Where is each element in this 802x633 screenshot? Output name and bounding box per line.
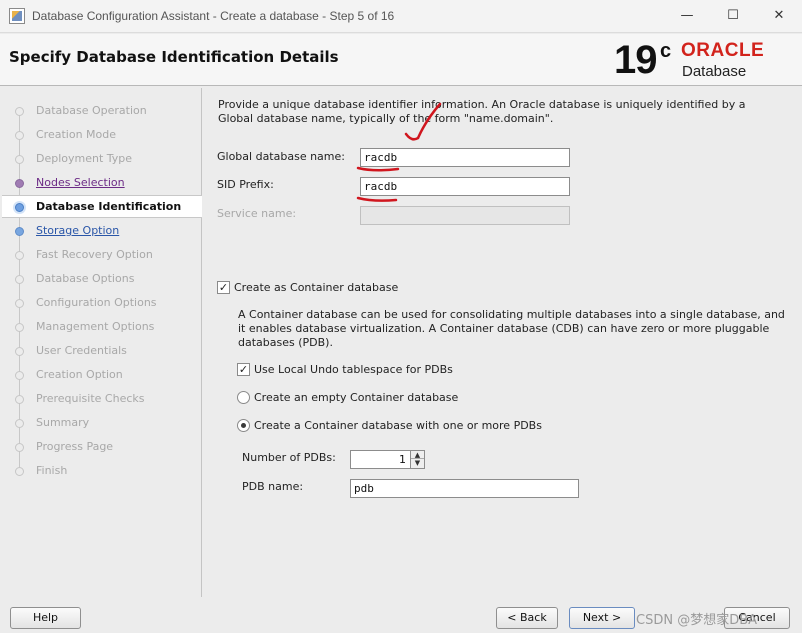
spin-down-icon[interactable]: ▼ <box>411 459 424 467</box>
step-dot-icon <box>15 299 24 308</box>
nav-item-summary: Summary <box>2 412 202 434</box>
oracle-logo: 19 c ORACLE Database <box>614 38 794 82</box>
nav-item-label: Database Options <box>36 272 135 285</box>
cdb-with-pdbs-label[interactable]: Create a Container database with one or … <box>254 419 542 432</box>
local-undo-checkbox[interactable]: ✓ <box>237 363 250 376</box>
create-container-label[interactable]: Create as Container database <box>234 281 398 294</box>
cdb-with-pdbs-radio[interactable] <box>237 419 250 432</box>
num-pdbs-spinner[interactable]: 1 ▲ ▼ <box>350 450 425 469</box>
app-icon <box>9 8 25 24</box>
minimize-button[interactable]: — <box>664 3 710 29</box>
nav-item-configuration-options: Configuration Options <box>2 292 202 314</box>
nav-item-database-identification[interactable]: Database Identification <box>2 195 202 218</box>
step-dot-icon <box>15 131 24 140</box>
back-button[interactable]: < Back <box>496 607 558 629</box>
nav-item-label[interactable]: Storage Option <box>36 224 119 237</box>
page-title: Specify Database Identification Details <box>9 48 339 66</box>
service-name-label: Service name: <box>217 207 297 220</box>
nav-item-database-operation: Database Operation <box>2 100 202 122</box>
step-dot-icon <box>15 203 24 212</box>
step-dot-icon <box>15 275 24 284</box>
logo-version-suffix: c <box>660 40 672 62</box>
red-underline-annotation <box>356 166 400 172</box>
nav-item-label: Progress Page <box>36 440 114 453</box>
nav-item-storage-option[interactable]: Storage Option <box>2 220 202 242</box>
create-container-checkbox[interactable]: ✓ <box>217 281 230 294</box>
step-navigation: Database Operation Creation Mode Deploym… <box>2 88 202 597</box>
maximize-button[interactable]: ☐ <box>710 3 756 29</box>
step-dot-icon <box>15 371 24 380</box>
step-dot-icon <box>15 467 24 476</box>
close-button[interactable]: ✕ <box>756 3 802 29</box>
nav-item-label: Summary <box>36 416 90 429</box>
nav-item-label: Deployment Type <box>36 152 133 165</box>
sid-prefix-label: SID Prefix: <box>217 178 274 191</box>
nav-item-label: User Credentials <box>36 344 127 357</box>
watermark: CSDN @梦想家DBA <box>636 613 758 628</box>
pdb-name-label: PDB name: <box>242 480 304 493</box>
nav-item-creation-option: Creation Option <box>2 364 202 386</box>
nav-item-label: Creation Option <box>36 368 123 381</box>
service-name-input <box>360 206 570 225</box>
red-checkmark-annotation <box>404 102 442 141</box>
red-underline-annotation <box>356 196 398 202</box>
nav-item-label: Finish <box>36 464 68 477</box>
step-dot-icon <box>15 251 24 260</box>
nav-item-fast-recovery-option: Fast Recovery Option <box>2 244 202 266</box>
spin-up-icon[interactable]: ▲ <box>411 451 424 459</box>
num-pdbs-value[interactable]: 1 <box>399 453 406 466</box>
nav-item-label: Database Operation <box>36 104 147 117</box>
nav-item-user-credentials: User Credentials <box>2 340 202 362</box>
title-bar: Database Configuration Assistant - Creat… <box>0 0 802 33</box>
nav-item-label: Configuration Options <box>36 296 157 309</box>
num-pdbs-label: Number of PDBs: <box>242 451 336 464</box>
nav-item-deployment-type: Deployment Type <box>2 148 202 170</box>
step-dot-icon <box>15 395 24 404</box>
step-dot-icon <box>15 227 24 236</box>
logo-product: Database <box>682 63 747 80</box>
nav-item-nodes-selection[interactable]: Nodes Selection <box>2 172 202 194</box>
nav-item-creation-mode: Creation Mode <box>2 124 202 146</box>
empty-cdb-label[interactable]: Create an empty Container database <box>254 391 458 404</box>
step-dot-icon <box>15 323 24 332</box>
container-description: A Container database can be used for con… <box>238 308 785 349</box>
nav-item-label: Creation Mode <box>36 128 117 141</box>
logo-brand: ORACLE <box>681 40 765 61</box>
nav-item-label[interactable]: Nodes Selection <box>36 176 125 189</box>
logo-version: 19 <box>614 38 657 82</box>
next-button[interactable]: Next > <box>569 607 635 629</box>
nav-item-label: Management Options <box>36 320 155 333</box>
step-dot-icon <box>15 179 24 188</box>
wizard-footer: Help < Back Next > Cancel CSDN @梦想家DBA <box>0 597 802 633</box>
step-dot-icon <box>15 107 24 116</box>
nav-item-label: Prerequisite Checks <box>36 392 145 405</box>
nav-item-progress-page: Progress Page <box>2 436 202 458</box>
global-db-name-label: Global database name: <box>217 150 345 163</box>
window-title: Database Configuration Assistant - Creat… <box>32 9 395 23</box>
page-header: Specify Database Identification Details … <box>0 34 802 86</box>
nav-item-finish: Finish <box>2 460 202 482</box>
spinner-buttons: ▲ ▼ <box>410 451 424 468</box>
empty-cdb-radio[interactable] <box>237 391 250 404</box>
nav-item-label: Database Identification <box>36 200 182 213</box>
nav-item-management-options: Management Options <box>2 316 202 338</box>
help-button[interactable]: Help <box>10 607 81 629</box>
pdb-name-input[interactable]: pdb <box>350 479 579 498</box>
step-dot-icon <box>15 443 24 452</box>
step-dot-icon <box>15 419 24 428</box>
nav-item-label: Fast Recovery Option <box>36 248 153 261</box>
step-dot-icon <box>15 347 24 356</box>
step-dot-icon <box>15 155 24 164</box>
nav-item-prerequisite-checks: Prerequisite Checks <box>2 388 202 410</box>
nav-item-database-options: Database Options <box>2 268 202 290</box>
local-undo-label[interactable]: Use Local Undo tablespace for PDBs <box>254 363 453 376</box>
content-panel: Provide a unique database identifier inf… <box>204 88 800 597</box>
intro-text: Provide a unique database identifier inf… <box>218 98 746 125</box>
